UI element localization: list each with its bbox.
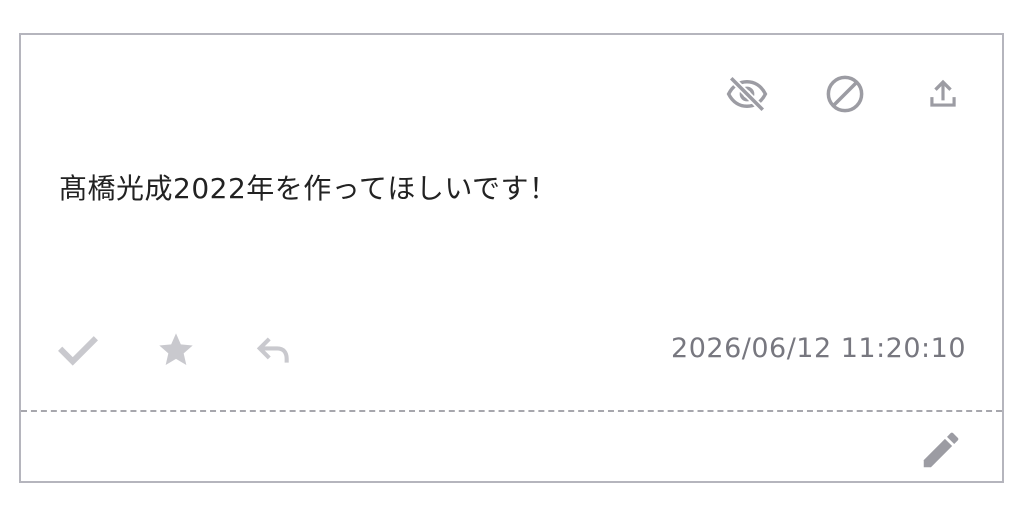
check-icon <box>58 336 98 366</box>
reply-icon <box>256 337 289 363</box>
bottom-action-bar <box>57 329 295 371</box>
dashed-divider <box>21 410 1002 412</box>
reply-button[interactable] <box>253 329 295 371</box>
post-timestamp: 2026/06/12 11:20:10 <box>671 333 966 364</box>
block-icon <box>826 75 864 113</box>
favorite-button[interactable] <box>155 329 197 371</box>
top-action-bar <box>726 73 964 115</box>
edit-button[interactable] <box>916 425 966 475</box>
pencil-icon <box>923 432 959 468</box>
post-card: 髙橋光成2022年を作ってほしいです！ 2026/06/12 11:20:10 <box>19 33 1004 483</box>
hide-button[interactable] <box>726 73 768 115</box>
post-message: 髙橋光成2022年を作ってほしいです！ <box>59 172 558 205</box>
star-icon <box>159 333 193 365</box>
approve-button[interactable] <box>57 329 99 371</box>
block-button[interactable] <box>824 73 866 115</box>
eye-off-icon <box>726 75 768 113</box>
upload-icon <box>930 79 956 107</box>
share-button[interactable] <box>922 73 964 115</box>
